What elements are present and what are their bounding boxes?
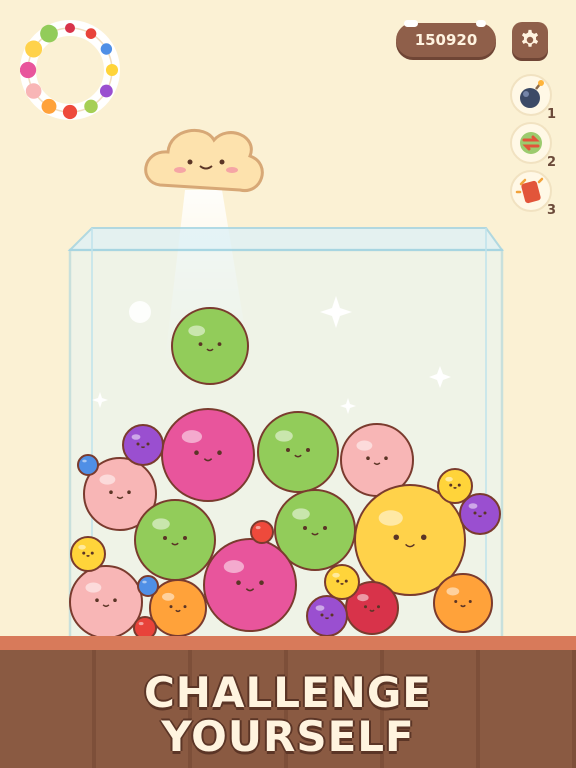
mangosteen-fruit xyxy=(122,424,164,466)
watermelon-fruit xyxy=(257,411,339,493)
mangosteen-fruit xyxy=(459,493,501,535)
mangosteen-fruit xyxy=(306,595,348,637)
dragonfruit-fruit xyxy=(203,538,297,632)
lemon-fruit xyxy=(70,536,106,572)
slogan-line-2: YOURSELF xyxy=(161,712,415,761)
blueberry-fruit xyxy=(77,454,99,476)
fruit-pile xyxy=(69,307,501,640)
peach-fruit xyxy=(69,565,143,639)
falling-watermelon-fruit xyxy=(171,307,249,385)
watermelon-fruit xyxy=(134,499,216,581)
slogan-line-1: CHALLENGE xyxy=(143,668,432,717)
blueberry-fruit xyxy=(137,575,159,597)
dragonfruit-fruit xyxy=(161,408,255,502)
tomato-fruit xyxy=(250,520,274,544)
lemon-fruit xyxy=(324,564,360,600)
orange-fruit xyxy=(433,573,493,633)
